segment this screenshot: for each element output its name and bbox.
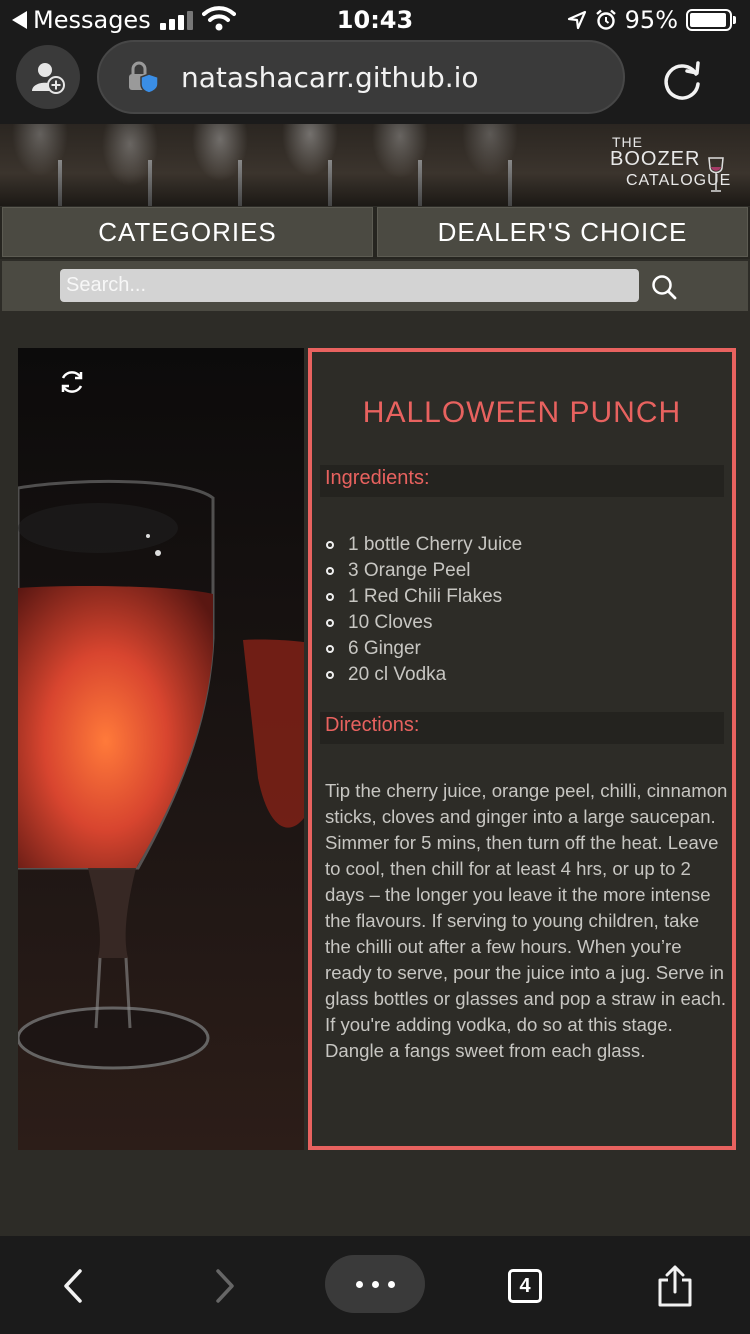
site-logo[interactable]: THE BOOZER CATALOGUE	[608, 130, 732, 200]
list-item: 3 Orange Peel	[326, 558, 522, 584]
bullet-icon	[326, 619, 334, 627]
alarm-icon	[595, 9, 616, 30]
back-icon	[64, 1269, 82, 1303]
url-field[interactable]: natashacarr.github.io	[97, 40, 625, 114]
more-icon	[355, 1280, 363, 1288]
ingredient-text: 1 Red Chili Flakes	[348, 586, 503, 607]
forward-icon	[216, 1269, 234, 1303]
logo-line-boozer: BOOZER	[610, 148, 701, 170]
ingredient-text: 1 bottle Cherry Juice	[348, 534, 523, 555]
battery-icon	[686, 9, 736, 31]
share-button[interactable]	[649, 1260, 701, 1312]
ingredient-text: 10 Cloves	[348, 612, 433, 633]
bullet-icon	[326, 593, 334, 601]
browser-toolbar: 4	[0, 1236, 750, 1334]
site-banner: THE BOOZER CATALOGUE	[0, 124, 750, 206]
list-item: 6 Ginger	[326, 636, 522, 662]
status-bar: Messages 10:43 95%	[0, 0, 750, 40]
share-icon	[658, 1265, 692, 1307]
bullet-icon	[326, 541, 334, 549]
recipe-title: HALLOWEEN PUNCH	[362, 396, 682, 429]
location-icon	[567, 10, 586, 30]
list-item: 10 Cloves	[326, 610, 522, 636]
more-icon-dot	[371, 1280, 379, 1288]
search-icon[interactable]	[650, 273, 678, 301]
forward-button[interactable]	[199, 1260, 251, 1312]
url-text: natashacarr.github.io	[181, 60, 479, 94]
nav-dealers-choice[interactable]: DEALER'S CHOICE	[377, 207, 748, 257]
cocktail-photo	[18, 348, 304, 1150]
back-button[interactable]	[47, 1260, 99, 1312]
directions-text: Tip the cherry juice, orange peel, chill…	[325, 780, 728, 1061]
list-item: 1 bottle Cherry Juice	[326, 532, 522, 558]
battery-percent: 95%	[624, 6, 678, 34]
reload-icon[interactable]	[656, 54, 708, 106]
more-icon-dot	[387, 1280, 395, 1288]
search-input[interactable]	[60, 269, 639, 302]
ingredients-heading: Ingredients:	[320, 465, 724, 497]
tabs-button[interactable]: 4	[499, 1260, 551, 1312]
more-button[interactable]	[325, 1255, 425, 1313]
list-item: 1 Red Chili Flakes	[326, 584, 522, 610]
flip-card-icon[interactable]	[58, 368, 86, 396]
ingredient-text: 3 Orange Peel	[348, 560, 471, 581]
nav-categories[interactable]: CATEGORIES	[2, 207, 373, 257]
ingredient-text: 6 Ginger	[348, 638, 421, 659]
bullet-icon	[326, 567, 334, 575]
tabs-icon: 4	[508, 1269, 542, 1303]
add-profile-icon	[32, 63, 65, 94]
battery-fill	[690, 13, 727, 27]
privacy-lock-icon	[129, 61, 159, 94]
browser-address-bar: natashacarr.github.io	[0, 40, 750, 124]
list-item: 20 cl Vodka	[326, 662, 522, 688]
bullet-icon	[326, 671, 334, 679]
add-profile-button[interactable]	[16, 45, 80, 109]
recipe-card: HALLOWEEN PUNCH Ingredients: 1 bottle Ch…	[308, 348, 736, 1150]
cocktail-illustration	[18, 348, 304, 1150]
ingredient-text: 20 cl Vodka	[348, 664, 447, 685]
directions-heading: Directions:	[320, 712, 724, 744]
main-nav: CATEGORIES DEALER'S CHOICE	[0, 207, 750, 259]
wine-glass-logo-icon	[708, 157, 724, 192]
ingredients-list: 1 bottle Cherry Juice 3 Orange Peel 1 Re…	[326, 532, 522, 688]
bullet-icon	[326, 645, 334, 653]
search-bar	[2, 261, 748, 311]
